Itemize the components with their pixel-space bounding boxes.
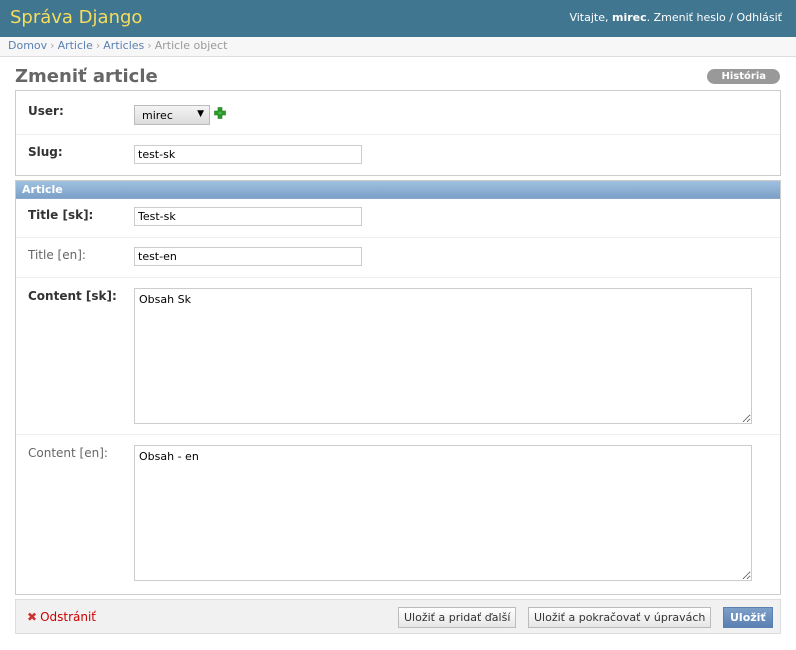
form-row-title-sk: Title [sk]: [16,199,780,238]
page-title: Zmeniť article [15,66,158,87]
user-label: User: [28,104,64,118]
delete-link[interactable]: ✖ Odstrániť [27,610,96,624]
form-row-content-en: Content [en]: Obsah - en [16,435,780,593]
welcome-text: Vitajte, [569,11,609,24]
form-row-slug: Slug: [16,135,780,175]
save-button[interactable]: Uložiť [723,607,773,628]
history-button[interactable]: História [707,69,780,84]
chevron-down-icon: ▼ [197,109,204,119]
main-fieldset: User: mirec ▼ Slug: [15,90,781,176]
form-row-title-en: Title [en]: [16,238,780,278]
plus-icon[interactable] [214,107,226,119]
logout-link[interactable]: Odhlásiť [736,11,782,24]
content-en-label: Content [en]: [28,446,108,460]
title-en-label: Title [en]: [28,248,86,262]
article-section-title: Article [16,181,780,199]
slug-input[interactable] [134,145,362,164]
breadcrumb-separator: › [95,39,101,52]
breadcrumb-app[interactable]: Article [58,39,93,52]
submit-row: ✖ Odstrániť Uložiť a pridať ďalší Uložiť … [15,599,781,634]
user-tools-separator: / [729,11,733,24]
breadcrumb-current: Article object [154,39,228,52]
change-password-link[interactable]: Zmeniť heslo [654,11,726,24]
breadcrumb-separator: › [147,39,152,52]
content-en-textarea[interactable]: Obsah - en [134,445,752,581]
site-title[interactable]: Správa Django [10,7,142,28]
article-fieldset: Article Title [sk]: Title [en]: Content … [15,180,781,595]
title-sk-input[interactable] [134,207,362,226]
content-sk-textarea[interactable]: Obsah Sk [134,288,752,424]
content-sk-label: Content [sk]: [28,289,117,303]
user-select-value: mirec [142,109,173,122]
username: mirec [612,11,647,24]
form-row-content-sk: Content [sk]: Obsah Sk [16,278,780,435]
user-tools: Vitajte, mirec. Zmeniť heslo / Odhlásiť [569,11,782,24]
header: Správa Django Vitajte, mirec. Zmeniť hes… [0,0,796,37]
form-row-user: User: mirec ▼ [16,91,780,135]
close-icon: ✖ [27,610,38,624]
save-and-add-button[interactable]: Uložiť a pridať ďalší [398,607,517,628]
title-sk-label: Title [sk]: [28,208,94,222]
breadcrumb-model[interactable]: Articles [103,39,144,52]
user-select[interactable]: mirec ▼ [134,105,210,125]
delete-label: Odstrániť [40,610,97,624]
slug-label: Slug: [28,145,63,159]
breadcrumb-separator: › [50,39,55,52]
save-and-continue-button[interactable]: Uložiť a pokračovať v úpravách [528,607,712,628]
breadcrumb-home[interactable]: Domov [8,39,47,52]
title-en-input[interactable] [134,247,362,266]
breadcrumb: Domov › Article › Articles › Article object [0,37,796,57]
